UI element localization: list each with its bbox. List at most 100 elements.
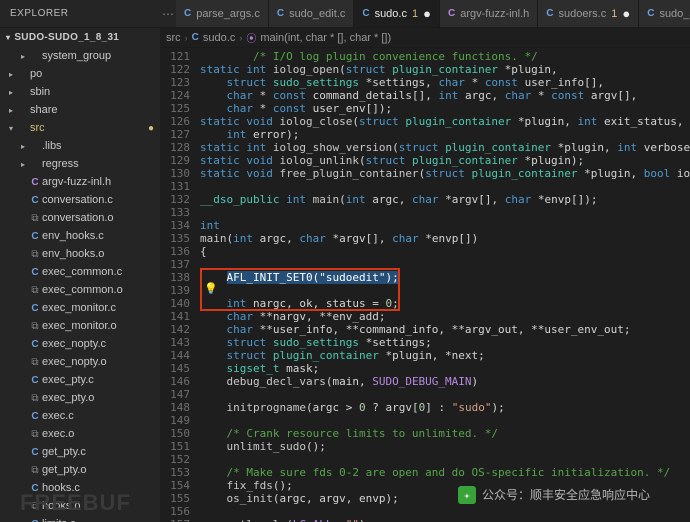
- line-number: 147: [160, 388, 190, 401]
- code-line[interactable]: static int iolog_show_version(struct plu…: [200, 141, 690, 154]
- line-number: 148: [160, 401, 190, 414]
- editor-tab[interactable]: Csudoers.c1●: [538, 0, 639, 27]
- code-line[interactable]: static int iolog_open(struct plugin_cont…: [200, 63, 690, 76]
- tree-folder[interactable]: ▸po: [0, 65, 160, 83]
- tree-label: regress: [42, 158, 79, 170]
- tree-file[interactable]: Cget_pty.c: [0, 443, 160, 461]
- code-line[interactable]: [200, 453, 690, 466]
- file-icon: C: [28, 375, 42, 386]
- code-line[interactable]: initprogname(argc > 0 ? argv[0] : "sudo"…: [200, 401, 690, 414]
- lightbulb-icon[interactable]: 💡: [204, 282, 218, 295]
- code-line[interactable]: sigset_t mask;: [200, 362, 690, 375]
- code-line[interactable]: /* Make sure fds 0-2 are open and do OS-…: [200, 466, 690, 479]
- code-viewport[interactable]: 1211221231241251261271281291301311321331…: [160, 48, 690, 522]
- twistie-icon: ▸: [18, 52, 28, 61]
- tab-label: parse_args.c: [196, 8, 260, 20]
- tree-folder[interactable]: ▾src●: [0, 119, 160, 137]
- code-line[interactable]: static void iolog_close(struct plugin_co…: [200, 115, 690, 128]
- code-line[interactable]: int nargc, ok, status = 0;: [200, 297, 690, 310]
- code-line[interactable]: int: [200, 219, 690, 232]
- tree-label: exec_nopty.o: [42, 356, 107, 368]
- tree-file[interactable]: Chooks.c: [0, 479, 160, 497]
- code-line[interactable]: static void free_plugin_container(struct…: [200, 167, 690, 180]
- line-number: 133: [160, 206, 190, 219]
- code-line[interactable]: debug_decl_vars(main, SUDO_DEBUG_MAIN): [200, 375, 690, 388]
- code-line[interactable]: __dso_public int main(int argc, char *ar…: [200, 193, 690, 206]
- tree-file[interactable]: Cargv-fuzz-inl.h: [0, 173, 160, 191]
- code-line[interactable]: [200, 258, 690, 271]
- tree-label: po: [30, 68, 42, 80]
- c-file-icon: C: [546, 8, 553, 19]
- tree-file[interactable]: ⧉exec_common.o: [0, 281, 160, 299]
- breadcrumb[interactable]: src › C sudo.c › ⦿ main(int, char * [], …: [160, 28, 690, 48]
- project-header[interactable]: ▾ SUDO-SUDO_1_8_31: [0, 28, 160, 47]
- breadcrumb-part[interactable]: src: [166, 32, 181, 44]
- line-number: 125: [160, 102, 190, 115]
- tree-file[interactable]: Cconversation.c: [0, 191, 160, 209]
- line-number: 140: [160, 297, 190, 310]
- code-line[interactable]: unlimit_sudo();: [200, 440, 690, 453]
- code-line[interactable]: AFL_INIT_SET0("sudoedit");: [200, 271, 690, 284]
- tree-file[interactable]: ⧉get_pty.o: [0, 461, 160, 479]
- tree-file[interactable]: Cexec_pty.c: [0, 371, 160, 389]
- breadcrumb-part[interactable]: sudo.c: [203, 32, 235, 44]
- code-line[interactable]: {: [200, 245, 690, 258]
- tree-file[interactable]: ⧉exec_nopty.o: [0, 353, 160, 371]
- editor-tab[interactable]: Cargv-fuzz-inl.h: [440, 0, 538, 27]
- tree-folder[interactable]: ▸sbin: [0, 83, 160, 101]
- tree-folder[interactable]: ▸share: [0, 101, 160, 119]
- tree-file[interactable]: Cexec_common.c: [0, 263, 160, 281]
- tree-file[interactable]: Cexec.c: [0, 407, 160, 425]
- editor-tab[interactable]: Cparse_args.c: [176, 0, 269, 27]
- code-line[interactable]: char **nargv, **env_add;: [200, 310, 690, 323]
- tree-file[interactable]: ⧉exec_monitor.o: [0, 317, 160, 335]
- tree-label: get_pty.o: [42, 464, 86, 476]
- modified-dot-icon: ●: [622, 7, 630, 20]
- code-line[interactable]: struct sudo_settings *settings, char * c…: [200, 76, 690, 89]
- line-number: 121: [160, 50, 190, 63]
- tree-file[interactable]: ⧉env_hooks.o: [0, 245, 160, 263]
- code-line[interactable]: char * const user_env[]);: [200, 102, 690, 115]
- code-line[interactable]: fix_fds();: [200, 479, 690, 492]
- tree-file[interactable]: Cexec_nopty.c: [0, 335, 160, 353]
- code-line[interactable]: char **user_info, **command_info, **argv…: [200, 323, 690, 336]
- code-line[interactable]: os_init(argc, argv, envp);: [200, 492, 690, 505]
- tree-file[interactable]: ⧉conversation.o: [0, 209, 160, 227]
- tree-file[interactable]: ⧉hooks.o: [0, 497, 160, 515]
- code-line[interactable]: [200, 180, 690, 193]
- tree-label: system_group: [42, 50, 111, 62]
- code-line[interactable]: struct sudo_settings *settings;: [200, 336, 690, 349]
- editor-area: src › C sudo.c › ⦿ main(int, char * [], …: [160, 28, 690, 522]
- code-line[interactable]: char * const command_details[], int argc…: [200, 89, 690, 102]
- tab-badge: 1: [611, 8, 617, 20]
- explorer-more-icon[interactable]: ⋯: [160, 0, 176, 27]
- editor-tab[interactable]: Csudo.c1●: [354, 0, 440, 27]
- tree-label: exec.o: [42, 428, 74, 440]
- code-line[interactable]: [200, 206, 690, 219]
- code-line[interactable]: [200, 284, 690, 297]
- code-line[interactable]: [200, 414, 690, 427]
- code-line[interactable]: main(int argc, char *argv[], char *envp[…: [200, 232, 690, 245]
- code-line[interactable]: int error);: [200, 128, 690, 141]
- code-content[interactable]: /* I/O log plugin convenience functions.…: [200, 48, 690, 522]
- tree-folder[interactable]: ▸.libs: [0, 137, 160, 155]
- code-line[interactable]: /* I/O log plugin convenience functions.…: [200, 50, 690, 63]
- line-number: 139: [160, 284, 190, 297]
- tree-file[interactable]: Climits.c: [0, 515, 160, 522]
- tree-file[interactable]: ⧉exec_pty.o: [0, 389, 160, 407]
- code-line[interactable]: [200, 505, 690, 518]
- tree-file[interactable]: Cexec_monitor.c: [0, 299, 160, 317]
- code-line[interactable]: /* Crank resource limits to unlimited. *…: [200, 427, 690, 440]
- file-icon: C: [28, 483, 42, 494]
- tree-file[interactable]: ⧉exec.o: [0, 425, 160, 443]
- code-line[interactable]: static void iolog_unlink(struct plugin_c…: [200, 154, 690, 167]
- code-line[interactable]: struct plugin_container *plugin, *next;: [200, 349, 690, 362]
- tree-folder[interactable]: ▸regress: [0, 155, 160, 173]
- code-line[interactable]: setlocale(LC_ALL, "");: [200, 518, 690, 522]
- editor-tab[interactable]: Csudo_auth.c: [639, 0, 690, 27]
- breadcrumb-part[interactable]: main(int, char * [], char * []): [260, 32, 391, 44]
- tree-file[interactable]: Cenv_hooks.c: [0, 227, 160, 245]
- editor-tab[interactable]: Csudo_edit.c: [269, 0, 355, 27]
- code-line[interactable]: [200, 388, 690, 401]
- tree-folder[interactable]: ▸ system_group: [0, 47, 160, 65]
